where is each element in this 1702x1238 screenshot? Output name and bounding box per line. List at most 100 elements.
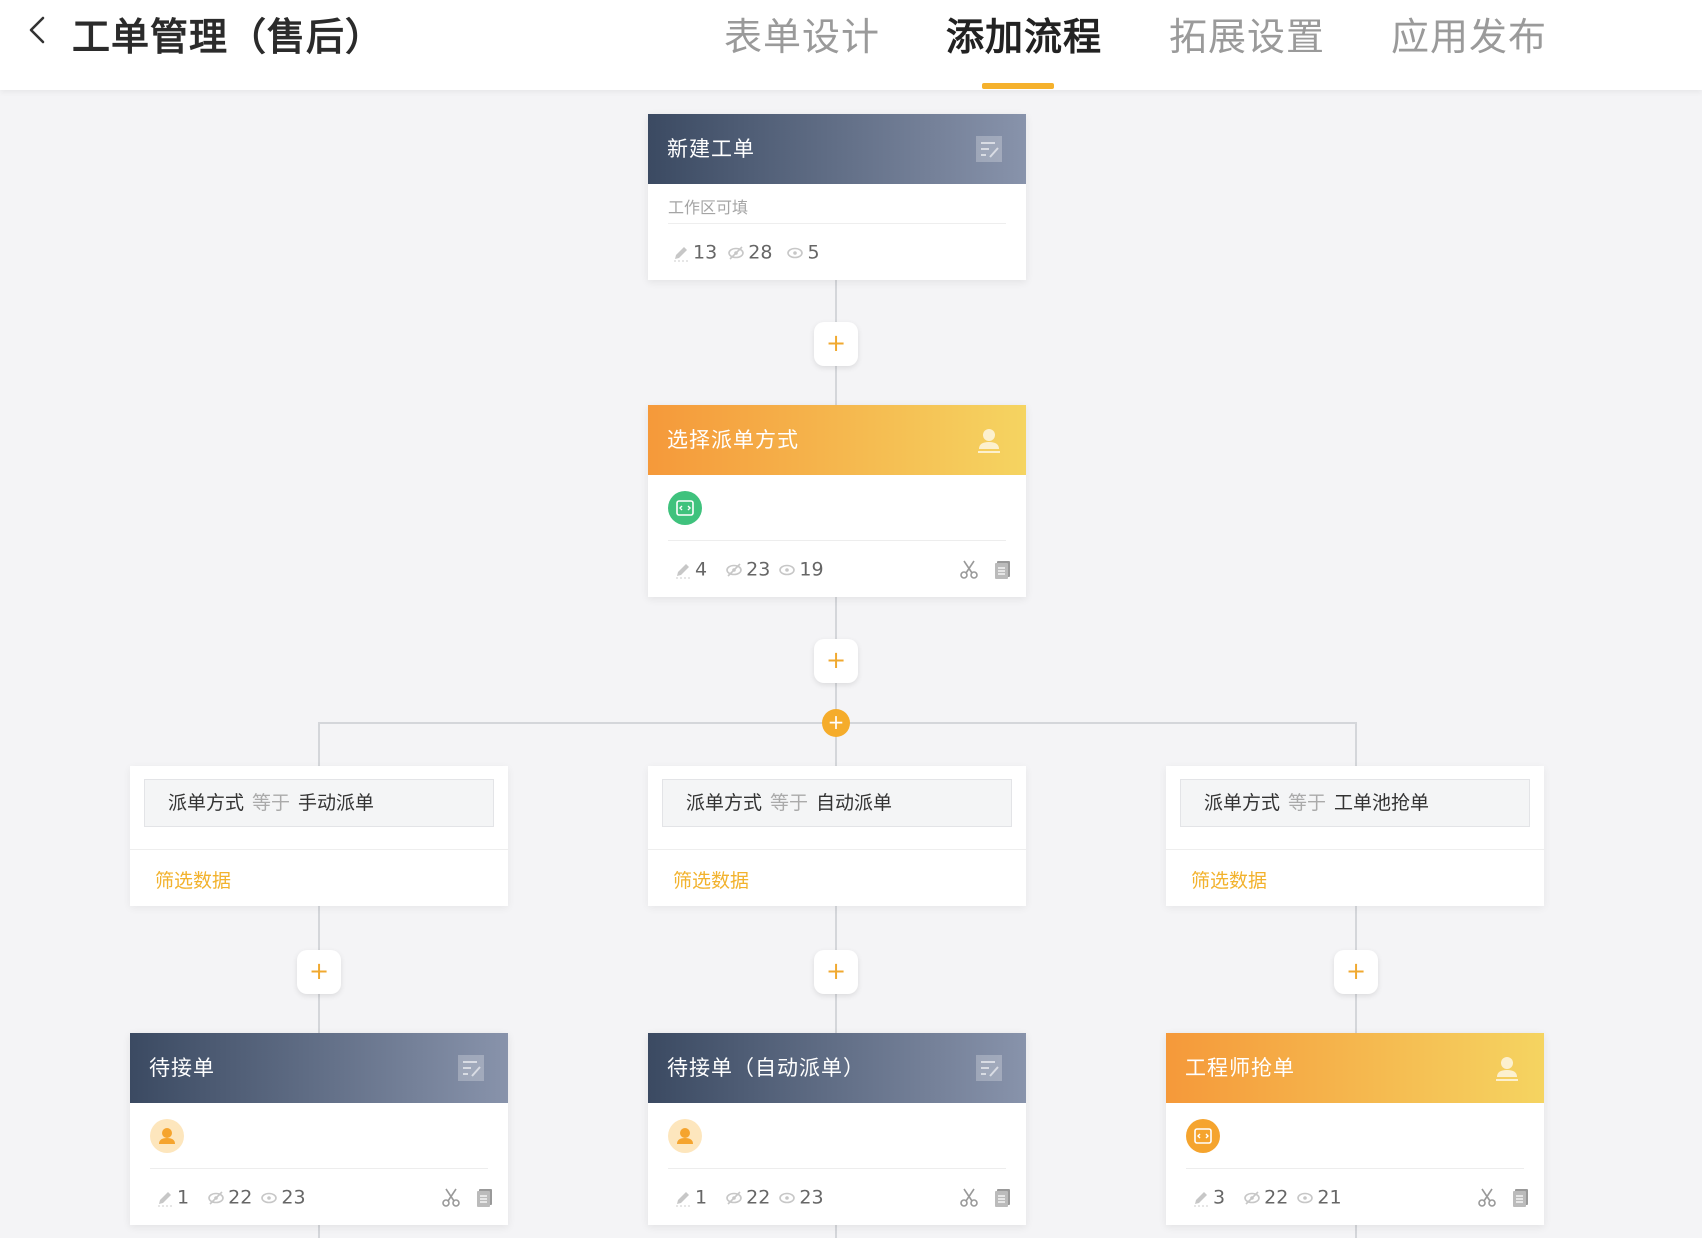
node-header: 工程师抢单: [1166, 1033, 1544, 1103]
edit-icon: [676, 1191, 690, 1207]
scissors-icon[interactable]: [958, 558, 980, 580]
edit-count: 13: [693, 241, 718, 264]
start-node[interactable]: 新建工单 工作区可填 13 28 5: [648, 114, 1026, 280]
top-header: 工单管理（售后） 表单设计 添加流程 拓展设置 应用发布: [0, 0, 1702, 90]
condition-field: 派单方式: [686, 792, 763, 814]
condition-expression: 派单方式 等于 自动派单: [662, 779, 1012, 827]
pending-accept-node[interactable]: 待接单 1 22 23: [130, 1033, 508, 1225]
scissors-icon[interactable]: [958, 1186, 980, 1208]
permission-stats: 3 22 21: [1186, 1169, 1528, 1225]
condition-expression: 派单方式 等于 工单池抢单: [1180, 779, 1530, 827]
edit-count: 1: [177, 1186, 190, 1209]
tab-extension-settings[interactable]: 拓展设置: [1169, 6, 1325, 61]
hidden-eye-icon: [1244, 1190, 1260, 1205]
dispatch-method-node[interactable]: 选择派单方式 4 23 19: [648, 405, 1026, 597]
code-icon: [668, 491, 702, 525]
add-step-button[interactable]: +: [297, 950, 341, 994]
back-chevron-icon[interactable]: [20, 12, 56, 48]
condition-branch-manual[interactable]: 派单方式 等于 手动派单 筛选数据: [130, 766, 508, 906]
condition-field: 派单方式: [168, 792, 245, 814]
edit-icon: [158, 1191, 172, 1207]
view-count: 21: [1317, 1186, 1342, 1209]
view-eye-icon: [779, 1192, 796, 1203]
filter-data-link[interactable]: 筛选数据: [1191, 866, 1267, 893]
approver-icon: [978, 429, 1000, 453]
condition-expression: 派单方式 等于 手动派单: [144, 779, 494, 827]
divider: [648, 849, 1026, 850]
scissors-icon[interactable]: [1476, 1186, 1498, 1208]
view-count: 23: [281, 1186, 306, 1209]
condition-field: 派单方式: [1204, 792, 1281, 814]
condition-branch-auto[interactable]: 派单方式 等于 自动派单 筛选数据: [648, 766, 1026, 906]
view-eye-icon: [1297, 1192, 1314, 1203]
flow-canvas: + + + + + + 新建工单 工作区可填 13 28 5 选择派单方式 4 …: [0, 90, 1702, 1238]
filter-data-link[interactable]: 筛选数据: [673, 866, 749, 893]
condition-operator: 等于: [1288, 792, 1327, 814]
permission-stats: 4 23 19: [668, 541, 1010, 597]
hidden-count: 22: [228, 1186, 253, 1209]
node-title: 工程师抢单: [1185, 1056, 1295, 1080]
pending-accept-auto-node[interactable]: 待接单（自动派单） 1 22 23: [648, 1033, 1026, 1225]
node-title: 选择派单方式: [667, 428, 799, 452]
add-step-button[interactable]: +: [814, 950, 858, 994]
node-title: 待接单: [149, 1056, 215, 1080]
node-subtitle: 工作区可填: [668, 184, 1006, 224]
edit-count: 3: [1213, 1186, 1226, 1209]
node-header: 选择派单方式: [648, 405, 1026, 475]
scissors-icon[interactable]: [440, 1186, 462, 1208]
edit-count: 4: [695, 558, 708, 581]
add-step-button[interactable]: +: [814, 322, 858, 366]
hidden-count: 28: [748, 241, 773, 264]
add-step-button[interactable]: +: [1334, 950, 1378, 994]
add-step-button[interactable]: +: [814, 639, 858, 683]
copy-icon[interactable]: [992, 1186, 1014, 1208]
view-count: 19: [799, 558, 824, 581]
code-icon: [1186, 1119, 1220, 1153]
view-count: 23: [799, 1186, 824, 1209]
approver-icon: [1496, 1057, 1518, 1081]
permission-stats: 1 22 23: [150, 1169, 492, 1225]
copy-icon[interactable]: [1510, 1186, 1532, 1208]
edit-icon: [674, 246, 688, 262]
tab-app-publish[interactable]: 应用发布: [1391, 6, 1547, 61]
condition-value: 自动派单: [816, 792, 893, 814]
user-icon: [668, 1119, 702, 1153]
condition-branch-pool[interactable]: 派单方式 等于 工单池抢单 筛选数据: [1166, 766, 1544, 906]
node-header: 待接单: [130, 1033, 508, 1103]
user-icon: [150, 1119, 184, 1153]
form-icon: [976, 136, 1002, 162]
tab-add-process[interactable]: 添加流程: [946, 6, 1102, 61]
permission-stats: 1 22 23: [668, 1169, 1010, 1225]
engineer-grab-node[interactable]: 工程师抢单 3 22 21: [1166, 1033, 1544, 1225]
tab-form-design[interactable]: 表单设计: [724, 6, 880, 61]
condition-value: 手动派单: [298, 792, 375, 814]
hidden-count: 22: [746, 1186, 771, 1209]
edit-count: 1: [695, 1186, 708, 1209]
view-eye-icon: [261, 1192, 278, 1203]
node-header: 待接单（自动派单）: [648, 1033, 1026, 1103]
condition-value: 工单池抢单: [1334, 792, 1430, 814]
form-icon: [458, 1055, 484, 1081]
hidden-count: 23: [746, 558, 771, 581]
copy-icon[interactable]: [474, 1186, 496, 1208]
app-title: 工单管理（售后）: [72, 15, 385, 59]
divider: [1166, 849, 1544, 850]
condition-operator: 等于: [770, 792, 809, 814]
node-title: 待接单（自动派单）: [667, 1056, 865, 1080]
edit-icon: [676, 563, 690, 579]
form-icon: [976, 1055, 1002, 1081]
hidden-eye-icon: [728, 245, 745, 260]
divider: [130, 849, 508, 850]
active-tab-indicator: [982, 83, 1054, 89]
view-eye-icon: [787, 247, 804, 258]
filter-data-link[interactable]: 筛选数据: [155, 866, 231, 893]
node-title: 新建工单: [667, 137, 755, 161]
add-branch-button[interactable]: +: [822, 709, 850, 737]
copy-icon[interactable]: [992, 558, 1014, 580]
view-count: 5: [807, 241, 820, 264]
condition-operator: 等于: [252, 792, 291, 814]
hidden-eye-icon: [726, 562, 742, 577]
edit-icon: [1194, 1191, 1208, 1207]
hidden-count: 22: [1264, 1186, 1289, 1209]
hidden-eye-icon: [726, 1190, 742, 1205]
